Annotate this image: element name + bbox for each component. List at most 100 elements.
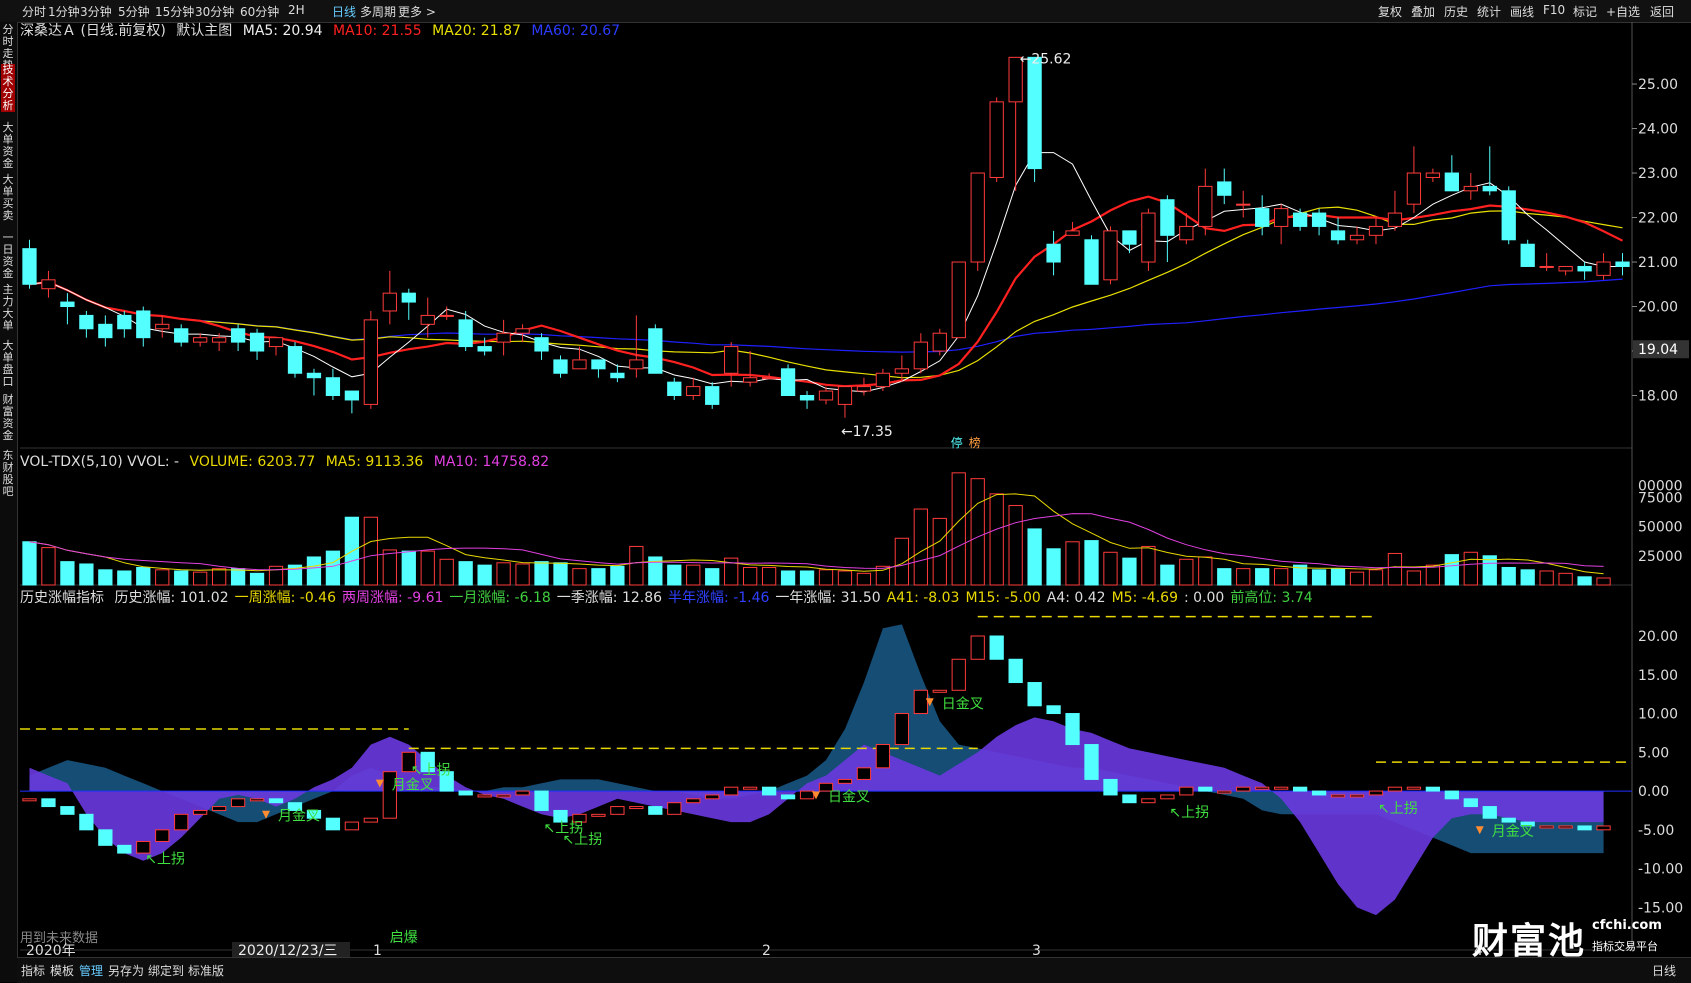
volume-bar: [1368, 569, 1384, 586]
volume-bar: [686, 564, 701, 586]
ma10-line: [29, 195, 1623, 388]
volume-bar: [572, 568, 587, 586]
week-change-bar: [648, 806, 663, 815]
candle-body: [837, 386, 853, 405]
candle-body: [268, 337, 284, 348]
candle-body: [951, 261, 966, 339]
week-change-bar: [1463, 798, 1478, 808]
candle-body: [344, 390, 360, 401]
bottom-tab-1[interactable]: 模板: [50, 962, 74, 979]
ind-tick-label: 0.00: [1638, 784, 1669, 800]
volume-bar: [1027, 528, 1042, 586]
week-change-bar: [705, 794, 720, 800]
candle-body: [363, 319, 378, 405]
volume-bar: [1463, 551, 1478, 586]
week-change-bar: [534, 790, 549, 811]
candle-body: [1217, 181, 1232, 196]
week-change-bar: [515, 790, 530, 796]
volume-bar: [1160, 564, 1175, 586]
volume-bar: [856, 572, 872, 586]
week-change-bar: [989, 635, 1004, 660]
candle-body: [1349, 234, 1365, 241]
candle-body: [534, 337, 549, 352]
week-change-bar: [193, 809, 208, 815]
candle-body: [1274, 208, 1289, 227]
week-change-bar: [1103, 778, 1118, 796]
week-change-bar: [79, 813, 94, 831]
bottom-tab-4[interactable]: 绑定到: [148, 962, 184, 979]
week-change-bar: [1236, 786, 1251, 792]
candle-body: [799, 395, 815, 401]
candle-body: [1046, 243, 1061, 263]
volume-bar: [1065, 541, 1080, 586]
volume-bar: [667, 564, 682, 586]
volume-bar: [136, 566, 151, 586]
candle-body: [117, 314, 132, 330]
volume-bar: [1141, 545, 1156, 586]
week-change-bar: [1274, 786, 1289, 790]
week-change-bar: [1596, 825, 1611, 831]
ind-tick-label: 15.00: [1638, 668, 1678, 684]
volume-tick-label: 25000: [1638, 549, 1683, 565]
volume-bar: [1046, 548, 1061, 586]
week-change-bar: [1349, 794, 1365, 798]
event-marker-0: 停: [951, 435, 963, 450]
week-change-bar: [951, 658, 966, 691]
volume-bar: [989, 493, 1004, 586]
price-tick-label: 22.00: [1638, 211, 1678, 227]
week-change-bar: [1406, 786, 1422, 790]
candle-body: [1330, 230, 1346, 241]
volume-bar: [401, 550, 416, 586]
volume-bar: [1406, 570, 1422, 586]
week-change-bar: [477, 794, 492, 798]
week-change-bar: [1255, 786, 1270, 790]
volume-bar: [705, 568, 720, 586]
week-change-bar: [913, 689, 928, 715]
week-change-bar: [1368, 790, 1384, 796]
bottom-tab-0[interactable]: 指标: [21, 962, 45, 979]
volume-ma10-line: [29, 513, 1604, 571]
week-change-bar: [761, 786, 777, 796]
volume-bar: [610, 565, 625, 586]
volume-bar: [174, 570, 189, 586]
volume-bar: [1236, 568, 1251, 586]
volume-bar: [1596, 577, 1611, 586]
bottom-tab-3[interactable]: 另存为: [108, 962, 144, 979]
volume-bar: [1558, 572, 1573, 586]
candle-body: [1539, 265, 1554, 268]
ind-tick-label: -5.00: [1638, 823, 1674, 839]
volume-bar: [98, 569, 113, 586]
candle-body: [439, 314, 454, 317]
candle-body: [1596, 261, 1611, 276]
price-tick-label: 23.00: [1638, 166, 1678, 182]
volume-bar: [117, 570, 132, 586]
volume-bar: [211, 568, 227, 586]
price-tick-label: 24.00: [1638, 122, 1678, 138]
candle-body: [591, 359, 606, 370]
week-change-bar: [591, 813, 606, 817]
candle-body: [1501, 190, 1516, 241]
candle-body: [41, 279, 56, 290]
candle-body: [1179, 225, 1194, 241]
signal-7: 日金叉: [942, 696, 984, 712]
period-label[interactable]: 日线: [1652, 962, 1676, 979]
week-change-bar: [1387, 786, 1403, 792]
volume-bar: [970, 478, 985, 586]
week-change-bar: [1084, 744, 1099, 780]
week-change-bar: [325, 817, 341, 831]
candle-body: [913, 341, 928, 370]
volume-bar: [591, 568, 606, 586]
volume-bar: [60, 561, 75, 586]
candle-body: [382, 292, 397, 312]
volume-bar: [1577, 576, 1592, 586]
stock-chart[interactable]: 25.0024.0023.0022.0021.0020.0019.0018.00…: [0, 0, 1691, 982]
ind-tick-label: 10.00: [1638, 707, 1678, 723]
volume-bar: [382, 549, 397, 586]
bottom-tab-2[interactable]: 管理: [79, 962, 103, 979]
volume-bar: [249, 572, 265, 586]
week-change-bar: [458, 790, 473, 796]
week-change-bar: [1330, 794, 1346, 798]
week-change-bar: [932, 689, 947, 693]
bottom-tab-5[interactable]: 标准版: [188, 962, 224, 979]
candle-body: [1084, 239, 1099, 285]
